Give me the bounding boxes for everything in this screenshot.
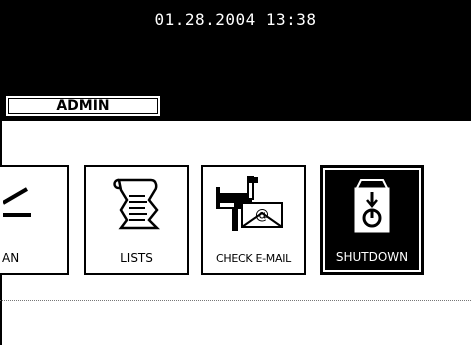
check-email-button[interactable]: @ CHECK E-MAIL <box>201 165 306 275</box>
divider <box>0 300 471 301</box>
datetime-display: 01.28.2004 13:38 <box>154 10 317 29</box>
document-list-icon <box>109 173 165 235</box>
lists-button[interactable]: LISTS <box>84 165 189 275</box>
mailbox-email-icon: @ <box>212 173 296 235</box>
shutdown-button-label: SHUTDOWN <box>335 250 409 264</box>
check-email-button-label: CHECK E-MAIL <box>215 252 291 265</box>
tab-admin[interactable]: ADMIN <box>4 94 162 118</box>
scan-button-label: AN <box>2 251 20 265</box>
svg-text:@: @ <box>255 207 269 223</box>
power-shutdown-icon <box>347 174 397 236</box>
scan-icon <box>2 173 63 235</box>
scan-button[interactable]: AN <box>0 165 69 275</box>
lists-button-label: LISTS <box>120 251 153 265</box>
shutdown-button[interactable]: SHUTDOWN <box>320 165 424 275</box>
